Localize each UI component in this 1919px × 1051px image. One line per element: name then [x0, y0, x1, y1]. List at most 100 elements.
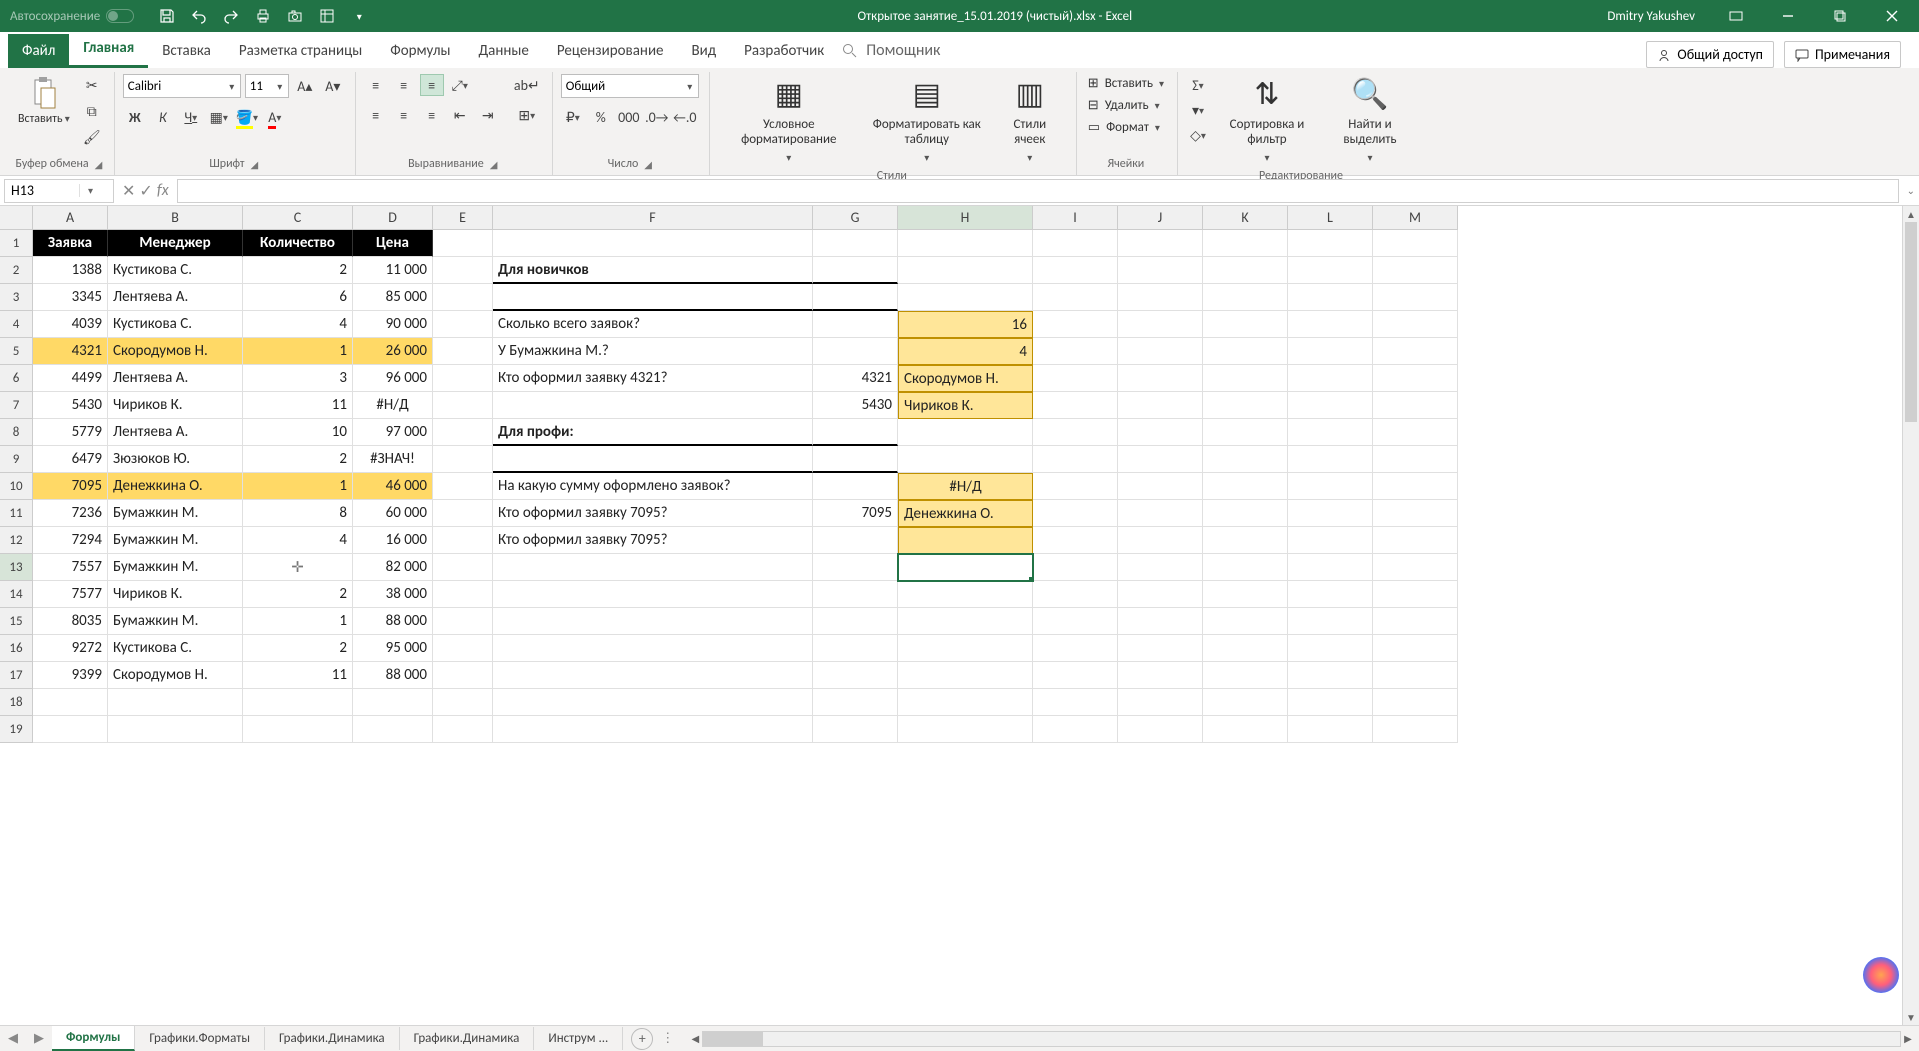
- cell[interactable]: Зюзюков Ю.: [108, 446, 243, 473]
- dialog-launcher-icon[interactable]: ◢: [644, 158, 652, 171]
- cell[interactable]: [493, 662, 813, 689]
- cell[interactable]: 97 000: [353, 419, 433, 446]
- increase-decimal-icon[interactable]: .0→: [645, 106, 669, 128]
- cell[interactable]: Менеджер: [108, 230, 243, 257]
- cell[interactable]: [33, 716, 108, 743]
- sheet-tab-graph-formats[interactable]: Графики.Форматы: [135, 1027, 265, 1050]
- cell[interactable]: [898, 581, 1033, 608]
- cell[interactable]: 5430: [813, 392, 898, 419]
- cell[interactable]: [1118, 419, 1203, 446]
- cell[interactable]: [433, 635, 493, 662]
- cell[interactable]: Кто оформил заявку 7095?: [493, 527, 813, 554]
- italic-icon[interactable]: К: [151, 106, 175, 128]
- cell[interactable]: Чириков К.: [108, 581, 243, 608]
- cell[interactable]: [1373, 554, 1458, 581]
- cell[interactable]: [813, 473, 898, 500]
- cell[interactable]: [1203, 635, 1288, 662]
- name-box[interactable]: ▾: [4, 179, 114, 203]
- cell[interactable]: 3: [243, 365, 353, 392]
- cell[interactable]: [493, 392, 813, 419]
- cell[interactable]: [1203, 338, 1288, 365]
- cell[interactable]: 4321: [813, 365, 898, 392]
- cell[interactable]: Кустикова С.: [108, 257, 243, 284]
- row-header[interactable]: 12: [0, 527, 32, 554]
- fx-icon[interactable]: fx: [157, 181, 169, 201]
- cell[interactable]: 88 000: [353, 662, 433, 689]
- cell[interactable]: Скородумов Н.: [898, 365, 1033, 392]
- cell[interactable]: 46 000: [353, 473, 433, 500]
- cell[interactable]: [1118, 662, 1203, 689]
- cell[interactable]: [1288, 230, 1373, 257]
- row-header[interactable]: 17: [0, 662, 32, 689]
- cell[interactable]: 16 000: [353, 527, 433, 554]
- cell[interactable]: [813, 608, 898, 635]
- cell[interactable]: [1373, 662, 1458, 689]
- cell[interactable]: 4039: [33, 311, 108, 338]
- align-bottom-icon[interactable]: ≡: [420, 74, 444, 96]
- maximize-icon[interactable]: [1817, 0, 1863, 32]
- cell[interactable]: [1033, 392, 1118, 419]
- row-header[interactable]: 16: [0, 635, 32, 662]
- cell[interactable]: [813, 230, 898, 257]
- cell[interactable]: [493, 635, 813, 662]
- cell[interactable]: [898, 662, 1033, 689]
- cell[interactable]: [1203, 365, 1288, 392]
- cell[interactable]: [1118, 608, 1203, 635]
- cell[interactable]: [433, 392, 493, 419]
- cell[interactable]: 11: [243, 662, 353, 689]
- shrink-font-icon[interactable]: A▾: [321, 75, 345, 97]
- cell[interactable]: [433, 311, 493, 338]
- cell[interactable]: [1203, 257, 1288, 284]
- cell[interactable]: 10: [243, 419, 353, 446]
- tell-me-search[interactable]: Помощник: [838, 33, 944, 68]
- scroll-right-icon[interactable]: ▶: [1900, 1032, 1916, 1046]
- cell[interactable]: [1118, 689, 1203, 716]
- cell[interactable]: 2: [243, 635, 353, 662]
- cell[interactable]: [493, 446, 813, 473]
- cell[interactable]: [1033, 635, 1118, 662]
- cell[interactable]: [493, 554, 813, 581]
- cell[interactable]: 4: [243, 311, 353, 338]
- cell[interactable]: Бумажкин М.: [108, 500, 243, 527]
- cell[interactable]: 4: [243, 527, 353, 554]
- column-header[interactable]: C: [243, 206, 353, 229]
- scroll-left-icon[interactable]: ◀: [687, 1032, 703, 1046]
- cell[interactable]: 4499: [33, 365, 108, 392]
- cell[interactable]: [33, 689, 108, 716]
- row-header[interactable]: 4: [0, 311, 32, 338]
- cell[interactable]: [433, 581, 493, 608]
- cell[interactable]: [1118, 473, 1203, 500]
- cell[interactable]: [1033, 338, 1118, 365]
- cell[interactable]: [1288, 716, 1373, 743]
- formula-expand-icon[interactable]: ⌄: [1907, 184, 1915, 197]
- cut-icon[interactable]: ✂: [80, 74, 104, 96]
- redo-icon[interactable]: [218, 3, 244, 29]
- cell[interactable]: Для профи:: [493, 419, 813, 446]
- cell[interactable]: [1373, 500, 1458, 527]
- tab-data[interactable]: Данные: [465, 34, 543, 68]
- tab-file[interactable]: Файл: [8, 34, 69, 68]
- cell[interactable]: [433, 230, 493, 257]
- cell[interactable]: [108, 689, 243, 716]
- cell[interactable]: [1373, 311, 1458, 338]
- cell[interactable]: [1033, 716, 1118, 743]
- cell[interactable]: [1288, 446, 1373, 473]
- cell[interactable]: 1: [243, 338, 353, 365]
- column-header[interactable]: I: [1033, 206, 1118, 229]
- cell[interactable]: 7095: [33, 473, 108, 500]
- cell[interactable]: Кто оформил заявку 7095?: [493, 500, 813, 527]
- cell[interactable]: 2: [243, 257, 353, 284]
- column-header[interactable]: J: [1118, 206, 1203, 229]
- row-header[interactable]: 14: [0, 581, 32, 608]
- cell[interactable]: 26 000: [353, 338, 433, 365]
- cell[interactable]: [1033, 500, 1118, 527]
- cell[interactable]: [433, 689, 493, 716]
- column-header[interactable]: D: [353, 206, 433, 229]
- cell[interactable]: [813, 419, 898, 446]
- cell[interactable]: 5430: [33, 392, 108, 419]
- cell[interactable]: Сколько всего заявок?: [493, 311, 813, 338]
- quickprint-icon[interactable]: [250, 3, 276, 29]
- cell[interactable]: [433, 608, 493, 635]
- cell[interactable]: [813, 527, 898, 554]
- cell[interactable]: [1288, 284, 1373, 311]
